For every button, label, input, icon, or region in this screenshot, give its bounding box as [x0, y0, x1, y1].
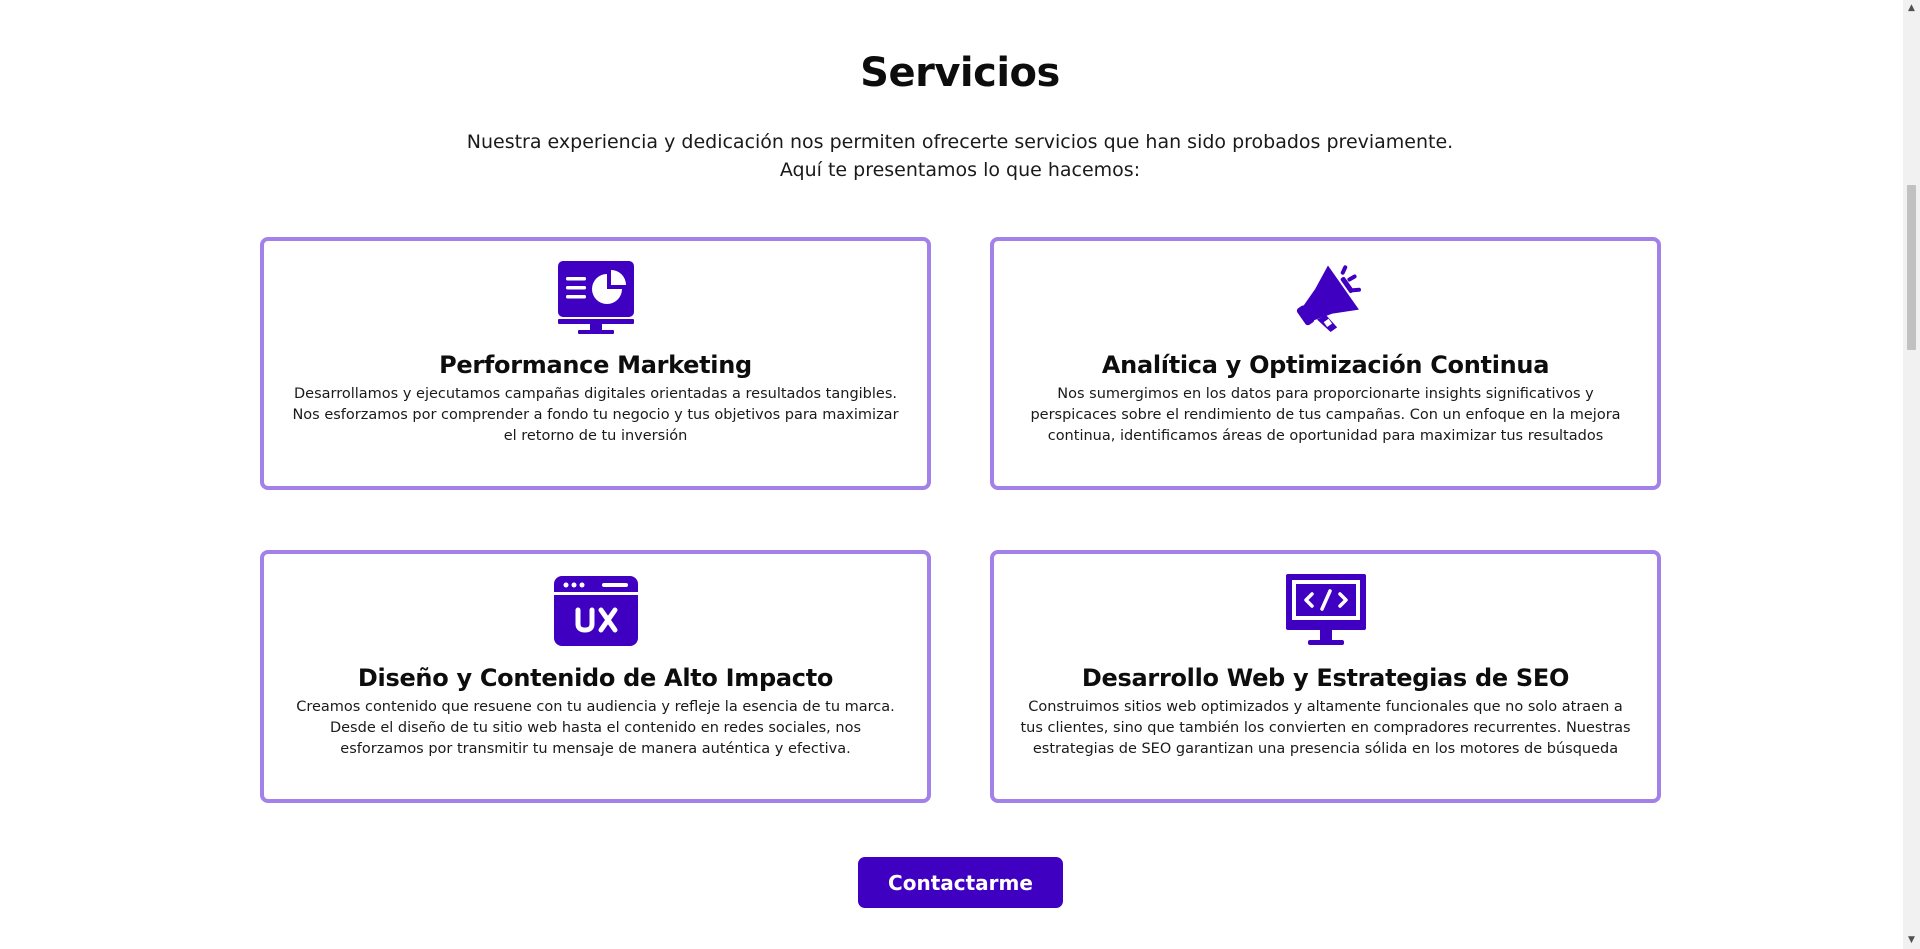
contact-button[interactable]: Contactarme	[858, 857, 1063, 908]
section-title: Servicios	[860, 50, 1060, 96]
service-title: Performance Marketing	[439, 351, 752, 379]
service-card-performance-marketing: Performance Marketing Desarrollamos y ej…	[260, 237, 931, 490]
service-description: Desarrollamos y ejecutamos campañas digi…	[292, 386, 899, 444]
scrollbar-thumb[interactable]	[1907, 185, 1916, 350]
service-description: Nos sumergimos en los datos para proporc…	[1030, 386, 1621, 444]
code-monitor-icon	[1284, 574, 1368, 648]
scroll-up-arrow-icon[interactable]: ▲	[1903, 0, 1920, 17]
scroll-down-arrow-icon[interactable]: ▼	[1903, 932, 1920, 949]
intro-line-2: Aquí te presentamos lo que hacemos:	[779, 159, 1141, 181]
service-card-design: Diseño y Contenido de Alto Impacto Cream…	[260, 550, 931, 803]
ux-window-icon	[553, 574, 638, 648]
service-card-web-dev: Desarrollo Web y Estrategias de SEO Cons…	[990, 550, 1661, 803]
intro-line-1: Nuestra experiencia y dedicación nos per…	[466, 131, 1454, 153]
analytics-monitor-icon	[554, 261, 638, 335]
service-description: Creamos contenido que resuene con tu aud…	[296, 699, 895, 757]
service-title: Diseño y Contenido de Alto Impacto	[357, 664, 834, 692]
vertical-scrollbar[interactable]: ▲ ▼	[1903, 0, 1920, 949]
service-card-analytics: Analítica y Optimización Continua Nos su…	[990, 237, 1661, 490]
service-title: Analítica y Optimización Continua	[1101, 351, 1550, 379]
section-intro: Nuestra experiencia y dedicación nos per…	[0, 128, 1920, 184]
megaphone-icon	[1284, 261, 1368, 335]
service-description: Construimos sitios web optimizados y alt…	[1020, 699, 1631, 757]
services-page: Servicios Nuestra experiencia y dedicaci…	[0, 0, 1903, 949]
service-title: Desarrollo Web y Estrategias de SEO	[1081, 664, 1570, 692]
